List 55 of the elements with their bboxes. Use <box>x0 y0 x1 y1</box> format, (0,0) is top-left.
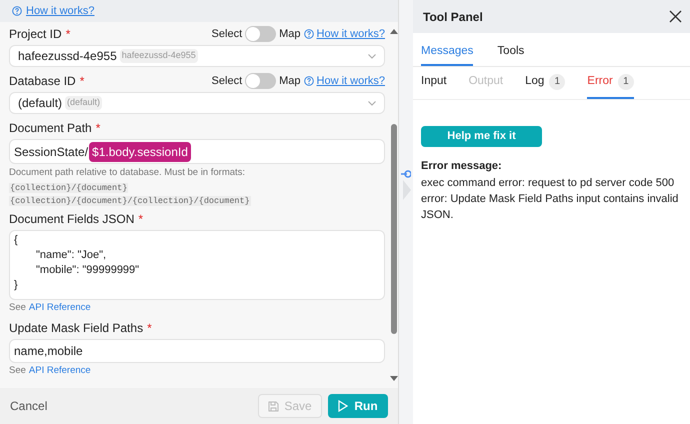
select-field[interactable]: (default) (default) <box>9 92 385 114</box>
message-tab[interactable]: Input <box>421 66 447 99</box>
error-title: Error message: <box>421 159 503 174</box>
format-code: {collection}/{document}/{collection}/{document} <box>9 196 251 206</box>
required-marker: * <box>147 320 152 337</box>
how-it-works-link[interactable]: How it works? <box>26 2 94 20</box>
close-icon[interactable] <box>669 10 682 23</box>
help-text: Document path relative to database. Must be in formats: <box>9 167 246 179</box>
toggle-switch[interactable] <box>245 26 276 42</box>
chevron-down-icon <box>368 100 376 106</box>
help-icon <box>304 76 314 86</box>
required-marker: * <box>96 120 100 137</box>
toggle-label: Map <box>279 26 301 42</box>
message-tab[interactable]: Log 1 <box>525 66 566 99</box>
how-it-works-link[interactable]: How it works? <box>316 26 385 42</box>
select-field[interactable]: hafeezussd-4e955 hafeezussd-4e955 <box>9 45 385 67</box>
panel-tab[interactable]: Messages <box>421 32 474 66</box>
required-marker: * <box>80 73 84 90</box>
how-it-works-link[interactable]: How it works? <box>316 72 385 90</box>
scroll-up-icon[interactable] <box>390 28 398 34</box>
field-label: Update Mask Field Paths <box>9 320 144 337</box>
variable-token: $1.body.sessionId <box>89 142 191 162</box>
field-label: Database ID <box>9 73 76 90</box>
chevron-down-icon <box>368 54 376 58</box>
floppy-icon <box>268 400 280 412</box>
toggle-label: Map <box>279 74 301 89</box>
message-tab[interactable]: Error 1 <box>587 66 634 99</box>
panel-tab[interactable]: Tools <box>497 32 524 66</box>
required-marker: * <box>138 211 144 228</box>
toggle-label: Select <box>212 26 242 42</box>
api-reference-link[interactable]: API Reference <box>28 302 91 314</box>
cancel-button[interactable]: Cancel <box>10 397 48 415</box>
panel-title: Tool Panel <box>423 8 483 26</box>
error-message: exec command error: request to pd server code 500 error: Update Mask Field Paths input contains invalid JSON. <box>421 176 680 222</box>
format-code: {collection}/{document} <box>9 183 128 193</box>
toggle-label: Select <box>212 74 242 89</box>
count-badge: 1 <box>618 74 634 90</box>
help-icon <box>12 6 22 16</box>
toggle-switch[interactable] <box>245 73 276 89</box>
reference-text: See <box>9 302 26 314</box>
value-tag: hafeezussd-4e955 <box>120 49 198 63</box>
path-input-field[interactable]: SessionState/ $1.body.sessionId <box>9 139 385 164</box>
value-tag: (default) <box>65 96 102 110</box>
help-icon <box>304 29 314 39</box>
text-input-field[interactable]: name,mobile <box>9 339 385 363</box>
count-badge: 1 <box>549 74 566 90</box>
reference-text: See <box>9 365 26 377</box>
play-icon <box>338 400 348 412</box>
required-marker: * <box>66 26 70 43</box>
field-label: Document Fields JSON <box>9 211 134 228</box>
field-label: Project ID <box>9 26 62 43</box>
scroll-down-icon[interactable] <box>390 376 398 382</box>
field-label: Document Path <box>9 120 92 137</box>
api-reference-link[interactable]: API Reference <box>28 365 91 377</box>
json-input-field[interactable]: { "name": "Joe", "mobile": "99999999" } <box>9 230 385 300</box>
